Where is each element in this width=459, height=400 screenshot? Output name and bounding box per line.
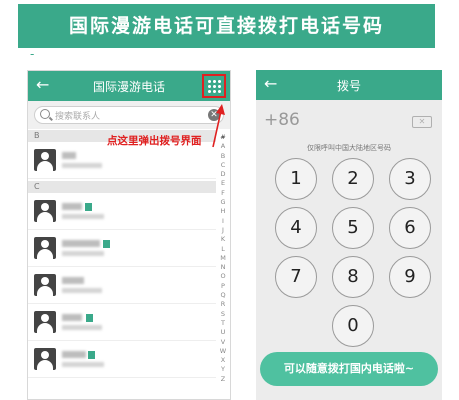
index-letter[interactable]: I xyxy=(216,217,230,226)
contact-name-blurred xyxy=(62,314,82,321)
contact-tag xyxy=(86,314,93,322)
contact-row[interactable] xyxy=(28,194,216,230)
avatar-icon xyxy=(34,274,56,296)
key-7[interactable]: 7 xyxy=(275,256,317,298)
header-banner: 国际漫游电话可直接拨打电话号码 xyxy=(18,4,435,48)
index-letter[interactable]: X xyxy=(216,356,230,365)
call-button[interactable]: 可以随意拨打国内电话啦~ xyxy=(260,352,438,386)
key-9[interactable]: 9 xyxy=(389,256,431,298)
index-letter[interactable]: L xyxy=(216,245,230,254)
banner-title: 国际漫游电话可直接拨打电话号码 xyxy=(68,15,384,37)
contact-name-blurred xyxy=(62,203,82,210)
index-letter[interactable]: H xyxy=(216,207,230,216)
contact-tag xyxy=(88,351,95,359)
index-letter[interactable]: S xyxy=(216,310,230,319)
contacts-screen: ← 国际漫游电话 搜索联系人 ✕ B C # A B C D E F G H I… xyxy=(27,70,231,400)
contact-row[interactable] xyxy=(28,231,216,267)
index-letter[interactable]: V xyxy=(216,338,230,347)
avatar-icon xyxy=(34,237,56,259)
dialer-hint: 仅限呼叫中国大陆地区号码 xyxy=(307,144,391,152)
key-8[interactable]: 8 xyxy=(332,256,374,298)
annotation-arrow xyxy=(212,104,225,148)
contact-number-blurred xyxy=(62,214,104,219)
index-letter[interactable]: K xyxy=(216,235,230,244)
contact-row[interactable] xyxy=(28,342,216,378)
index-letter[interactable]: Y xyxy=(216,365,230,374)
number-display: +86 xyxy=(264,110,300,130)
index-letter[interactable]: Z xyxy=(216,375,230,384)
backspace-icon[interactable]: ✕ xyxy=(412,116,432,128)
avatar-icon xyxy=(34,311,56,333)
index-letter[interactable]: P xyxy=(216,282,230,291)
contact-number-blurred xyxy=(62,251,104,256)
index-letter[interactable]: T xyxy=(216,319,230,328)
contact-number-blurred xyxy=(62,325,102,330)
contact-name-blurred xyxy=(62,351,86,358)
contact-row[interactable] xyxy=(28,305,216,341)
index-letter[interactable]: G xyxy=(216,198,230,207)
index-letter[interactable]: M xyxy=(216,254,230,263)
contact-name-blurred xyxy=(62,240,100,247)
contact-number-blurred xyxy=(62,362,104,367)
key-0[interactable]: 0 xyxy=(332,305,374,347)
banner-dash: - xyxy=(30,47,35,61)
contact-tag xyxy=(85,203,92,211)
key-5[interactable]: 5 xyxy=(332,207,374,249)
contact-number-blurred xyxy=(62,288,102,293)
index-letter[interactable]: W xyxy=(216,347,230,356)
key-3[interactable]: 3 xyxy=(389,158,431,200)
index-letter[interactable]: J xyxy=(216,226,230,235)
key-1[interactable]: 1 xyxy=(275,158,317,200)
index-letter[interactable]: O xyxy=(216,272,230,281)
index-letter[interactable]: N xyxy=(216,263,230,272)
contact-tag xyxy=(103,240,110,248)
index-letter[interactable]: Q xyxy=(216,291,230,300)
dialer-title: 拨号 xyxy=(336,79,361,93)
key-6[interactable]: 6 xyxy=(389,207,431,249)
dialer-top-bar: ← 拨号 xyxy=(256,70,442,100)
key-4[interactable]: 4 xyxy=(275,207,317,249)
dialer-screen: ← 拨号 +86 ✕ 仅限呼叫中国大陆地区号码 1 2 3 4 5 6 7 8 … xyxy=(256,70,442,400)
index-letter[interactable]: U xyxy=(216,328,230,337)
avatar-icon xyxy=(34,200,56,222)
contact-name-blurred xyxy=(62,277,84,284)
contact-row[interactable] xyxy=(28,268,216,304)
index-letter[interactable]: R xyxy=(216,300,230,309)
key-2[interactable]: 2 xyxy=(332,158,374,200)
avatar-icon xyxy=(34,348,56,370)
